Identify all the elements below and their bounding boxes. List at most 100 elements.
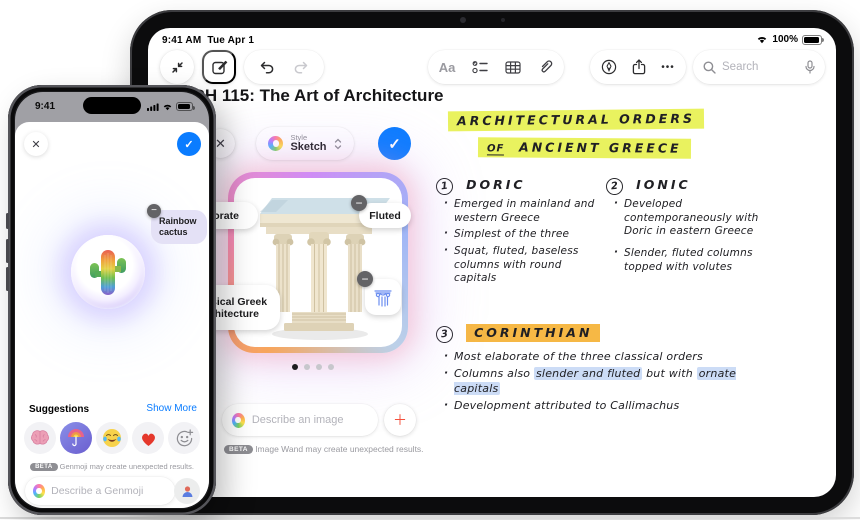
markup-share-group: ••• [590,50,686,84]
checklist-button[interactable] [472,60,489,74]
column-sketch-thumbnail [371,285,395,309]
ipad-status-right: 100% [756,34,824,45]
tag-fluted-remove-button[interactable]: − [351,195,367,211]
ipad-device: 9:41 AM Tue Apr 1 100% Aa ••• Search ARC… [130,10,854,515]
markup-button[interactable] [601,59,617,75]
style-picker[interactable]: Style Sketch [256,127,354,160]
share-icon [632,59,646,75]
red-heart-emoji [139,430,158,447]
tag-fluted[interactable]: Fluted [359,203,411,228]
search-icon [703,61,716,74]
apple-intelligence-icon [232,412,245,428]
genmoji-preview-orb [71,235,145,309]
iphone-device: 9:41 ✕ ✓ − Rainbow cactus Suggestions Sh… [6,85,216,515]
compose-note-button[interactable] [202,50,236,84]
person-genmoji-button[interactable] [174,478,200,504]
cellular-icon [147,103,159,111]
beta-badge: BETA [224,445,253,454]
attach-button[interactable] [538,59,553,75]
image-wand-confirm-button[interactable]: ✓ [378,127,411,160]
show-more-button[interactable]: Show More [146,403,197,414]
ipad-status-time: 9:41 AM [162,35,202,46]
iphone-status-time: 9:41 [35,101,56,112]
table-icon [505,60,521,74]
marketing-canvas: 9:41 AM Tue Apr 1 100% Aa ••• Search ARC… [0,0,860,520]
apple-intelligence-icon [33,484,46,498]
chevron-up-down-icon [334,138,342,150]
genmoji-close-button[interactable]: ✕ [24,132,48,156]
image-wand-beta-disclaimer: BETA Image Wand may create unexpected re… [224,444,424,454]
ipad-notes-app: 9:41 AM Tue Apr 1 100% Aa ••• Search ARC… [148,28,836,497]
rainbow-cactus-genmoji [71,235,145,309]
laughing-crying-emoji [102,428,122,448]
suggestion-laughing-emoji[interactable] [96,422,128,454]
suggestion-row [24,422,200,454]
volume-up-button [6,239,9,263]
describe-image-field[interactable] [222,404,378,436]
wifi-icon [162,103,173,111]
suggestions-label: Suggestions [29,404,90,415]
share-button[interactable] [632,59,646,75]
rainbow-umbrella-genmoji [66,428,86,448]
image-style-icon [268,136,284,151]
undo-redo-group [244,50,324,84]
text-format-button[interactable]: Aa [439,60,456,75]
battery-percent: 100% [772,34,798,45]
battery-icon [802,34,824,45]
notes-heading-line2: OF ANCIENT GREECE [477,137,691,159]
suggestion-heart-emoji[interactable] [132,422,164,454]
volume-down-button [6,267,9,291]
paperclip-icon [538,59,553,75]
brain-emoji [30,430,50,446]
ipad-status-left: 9:41 AM Tue Apr 1 [162,35,254,46]
compose-icon [211,59,228,76]
describe-genmoji-input[interactable] [51,485,167,497]
iphone-genmoji-sheet: 9:41 ✕ ✓ − Rainbow cactus Suggestions Sh… [15,92,209,508]
pencil-tip-circle-icon [601,59,617,75]
suggestion-brain[interactable] [24,422,56,454]
section-doric-bullets: Emerged in mainland and western Greece S… [444,197,596,289]
cactus-tag-remove-button[interactable]: − [147,204,161,218]
mic-icon[interactable] [805,60,815,74]
suggestion-rainbow-umbrella[interactable] [60,422,92,454]
section-ionic-bullets: Developed contemporaneously with Doric i… [614,197,774,277]
search-bar[interactable] [693,50,825,84]
wifi-icon [756,35,768,44]
iphone-status-icons [147,102,195,111]
person-icon [181,485,194,498]
add-reference-button[interactable]: ＋ [384,404,416,436]
describe-genmoji-field[interactable] [25,477,175,505]
style-picker-value: Sketch [290,140,327,153]
undo-button[interactable] [259,60,275,74]
genmoji-beta-disclaimer: BETA Genmoji may create unexpected resul… [15,462,209,471]
redo-icon [293,60,309,74]
more-button[interactable]: ••• [661,62,675,73]
beta-badge: BETA [30,463,58,471]
surface-edge [0,517,860,519]
notes-heading-line1: ARCHITECTURAL ORDERS [447,108,705,132]
genmoji-confirm-button[interactable]: ✓ [177,132,201,156]
collapse-arrows-icon [170,60,185,75]
reference-image-remove-button[interactable]: − [357,271,373,287]
format-tools-group: Aa [428,50,564,84]
ipad-status-date: Tue Apr 1 [207,35,255,46]
genmoji-sheet: ✕ ✓ − Rainbow cactus Suggestions Show Mo… [15,122,209,508]
table-button[interactable] [505,60,521,74]
undo-icon [259,60,275,74]
image-page-dots[interactable] [292,364,334,370]
dynamic-island [83,97,141,114]
ipad-front-camera [460,17,466,23]
battery-icon [176,102,195,111]
section-doric-header: 1 DORIC [435,174,526,196]
checklist-icon [472,60,489,74]
new-genmoji-button[interactable] [168,422,200,454]
section-ionic-header: 2 IONIC [605,174,691,196]
add-emoji-icon [175,428,194,448]
section-corinthian-header: 3 CORINTHIAN [435,322,601,344]
collapse-toolbar-button[interactable] [160,50,194,84]
redo-button[interactable] [293,60,309,74]
section-corinthian-bullets: Most elaborate of the three classical or… [444,349,774,416]
action-button [6,213,9,229]
describe-image-input[interactable] [251,414,368,426]
search-input[interactable] [722,61,799,73]
